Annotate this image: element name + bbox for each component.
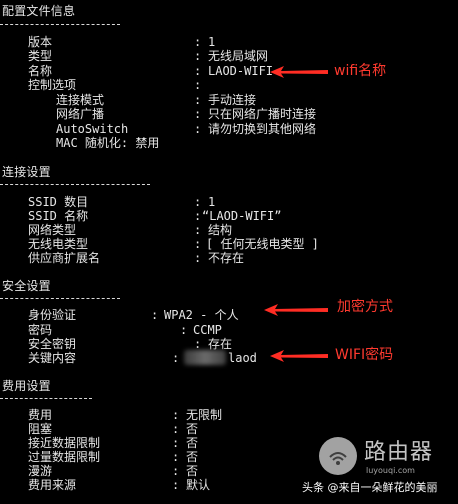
section-heading-profile: 配置文件信息 [2,4,76,18]
row-key: SSID 名称 [28,209,89,223]
row-colon: : [180,323,188,337]
row-colon: : [172,436,180,450]
row-value: 结构 [208,223,233,237]
row-value: 无线局域网 [208,49,269,63]
row-key: 连接模式 [56,93,105,107]
row-key: 类型 [28,49,53,63]
row-value: 否 [186,436,199,450]
row-key: 版本 [28,35,53,49]
row-key: 关键内容 [28,351,77,365]
row-value: 否 [186,464,199,478]
row-value: 只在网络广播时连接 [208,107,317,121]
arrow-left-icon [270,350,328,362]
section-heading-cost: 费用设置 [2,379,51,393]
wifi-password-value: laod [228,351,257,365]
row-value: “LAOD-WIFI” [202,209,282,223]
row-value: 默认 [186,478,211,492]
row-key: 过量数据限制 [28,450,101,464]
row-value: 手动连接 [208,93,257,107]
row-colon: : [172,351,180,365]
router-logo-icon [319,437,357,475]
row-key: MAC 随机化: 禁用 [56,136,160,150]
row-key: 无线电类型 [28,237,89,251]
row-value: 否 [186,422,199,436]
section-divider [0,398,92,399]
row-key: 安全密钥 [28,337,77,351]
row-colon: : [172,450,180,464]
watermark-domain: luyouqi.com [366,466,415,475]
annotation-wifi-password: WIFI密码 [335,347,394,363]
row-colon: : [194,209,202,223]
auth-value: WPA2 - 个人 [164,308,239,322]
annotation-wifi-name: wifi名称 [334,63,387,79]
section-divider [0,298,120,299]
row-key: AutoSwitch [56,122,129,136]
section-divider [0,24,120,25]
row-key: 网络类型 [28,223,77,237]
row-value: 存在 [208,337,233,351]
row-value: 否 [186,450,199,464]
row-value: 1 [208,35,216,49]
row-colon: : [194,93,202,107]
watermark-credit: 头条 @来自一朵鲜花的美丽 [302,481,438,494]
row-key: 密码 [28,323,53,337]
row-colon: : [194,251,202,265]
row-key: SSID 数目 [28,195,89,209]
section-divider [0,184,150,185]
arrow-left-icon [264,304,328,316]
row-colon: : [194,237,202,251]
row-key: 费用 [28,408,53,422]
row-value: 无限制 [186,408,223,422]
row-colon: : [151,308,159,322]
row-colon: : [172,422,180,436]
row-key: 网络广播 [56,107,105,121]
row-value: CCMP [193,323,222,337]
row-colon: : [194,195,202,209]
row-colon: : [172,478,180,492]
row-key: 阻塞 [28,422,53,436]
row-colon: : [194,337,202,351]
row-key: 名称 [28,64,53,78]
row-key: 身份验证 [28,308,77,322]
annotation-encryption: 加密方式 [337,299,393,315]
row-colon: : [194,223,202,237]
wifi-name-value: LAOD-WIFI [208,64,274,78]
row-key: 控制选项 [28,78,77,92]
row-colon: : [194,35,202,49]
row-value: 请勿切换到其他网络 [208,122,317,136]
row-key: 接近数据限制 [28,436,101,450]
section-heading-connectivity: 连接设置 [2,165,51,179]
redacted-key-blur [184,350,226,365]
watermark-brand: 路由器 [364,440,434,465]
row-key: 漫游 [28,464,53,478]
row-colon: : [194,107,202,121]
row-colon: : [194,122,202,136]
cmd-output-screen: 配置文件信息 版本 : 1 类型 : 无线局域网 名称 : LAOD-WIFI … [0,0,458,504]
section-heading-security: 安全设置 [2,279,51,293]
row-key: 供应商扩展名 [28,251,101,265]
arrow-left-icon [270,66,328,78]
row-colon: : [172,408,180,422]
row-value: [ 任何无线电类型 ] [206,237,319,251]
row-colon: : [194,49,202,63]
row-value: 不存在 [208,251,245,265]
row-key: 费用来源 [28,478,77,492]
row-colon: : [194,64,202,78]
row-value: 1 [208,195,216,209]
row-colon: : [172,464,180,478]
row-colon: : [194,78,202,92]
